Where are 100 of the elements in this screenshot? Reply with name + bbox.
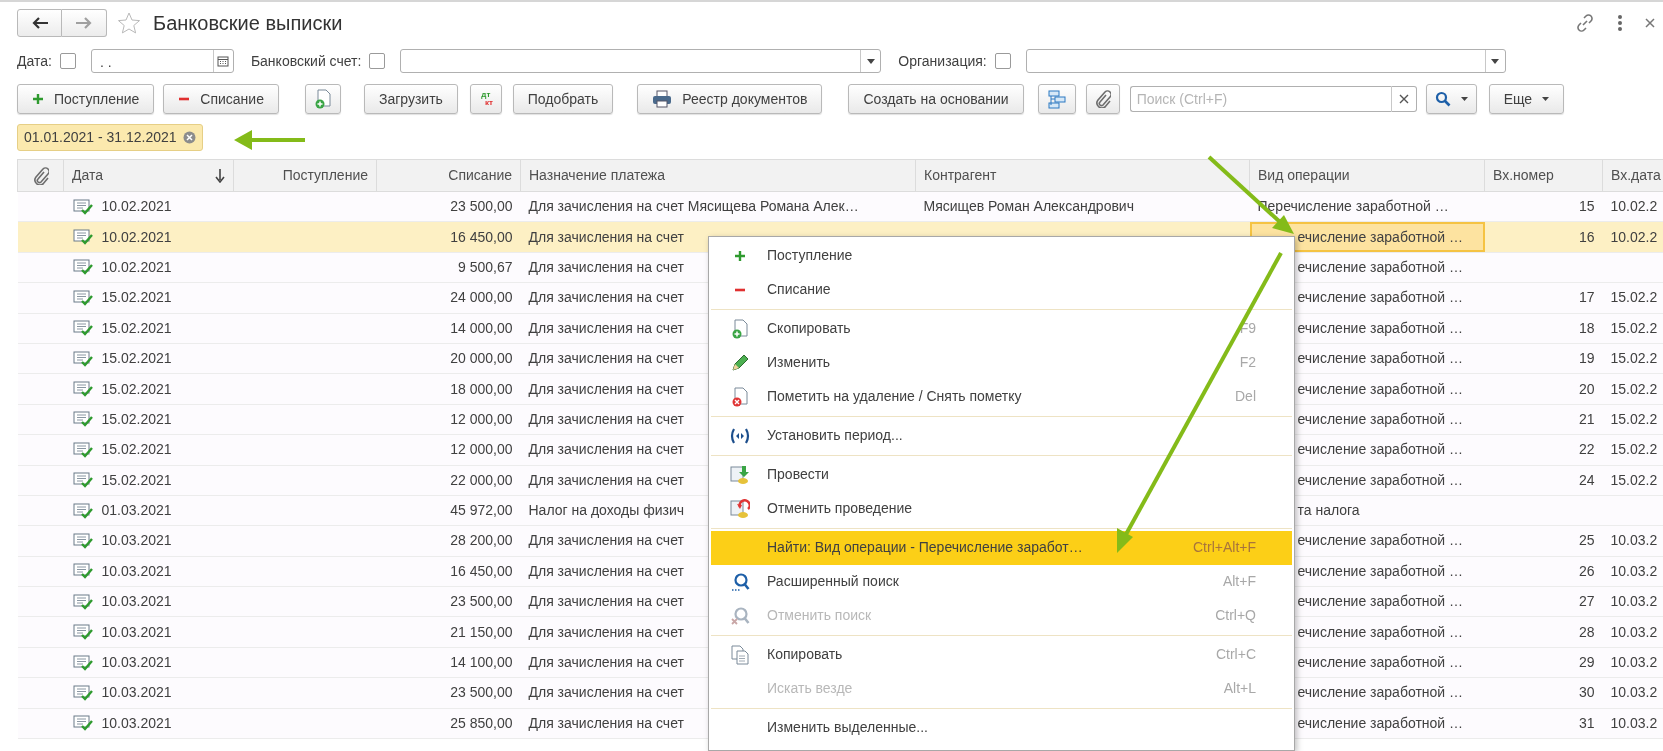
date-field[interactable]: . . (90, 49, 234, 73)
column-header[interactable]: Дата (63, 159, 234, 192)
table-cell: 25 850,00 (376, 708, 521, 739)
annotation-arrow (234, 130, 305, 150)
menu-item[interactable]: Найти: Вид операции - Перечисление заработ… Ctrl+Alt+F (711, 530, 1292, 565)
search-icon (1434, 91, 1451, 107)
posted-document-icon (71, 410, 94, 429)
search-field[interactable]: Поиск (Ctrl+F) (1129, 86, 1391, 112)
paperclip-icon (32, 166, 49, 185)
toolbar-button[interactable]: Загрузить (363, 84, 458, 114)
checkbox[interactable] (369, 53, 386, 69)
table-cell: 21 (1484, 404, 1603, 435)
dropdown-field[interactable] (400, 49, 882, 73)
plus-icon (32, 93, 44, 105)
table-cell: 15 (1484, 191, 1603, 222)
structure-button[interactable] (1037, 84, 1076, 114)
star-icon[interactable] (117, 11, 141, 35)
posted-document-icon (71, 380, 94, 399)
caret-icon[interactable] (1491, 58, 1500, 64)
table-cell: 22 000,00 (376, 465, 521, 496)
column-header[interactable]: Контрагент (915, 159, 1250, 192)
table-cell: 10.03.2 (1602, 556, 1663, 587)
column-header[interactable]: Вх.дата (1602, 159, 1663, 192)
column-header[interactable]: Поступление (233, 159, 377, 192)
table-cell-text: 10.03.2021 (101, 622, 172, 642)
period-filter-tag[interactable]: 01.01.2021 - 31.12.2021 (17, 124, 203, 151)
copy-icon (730, 644, 750, 665)
table-cell: 15.02.2 (1602, 404, 1663, 435)
plus-icon (734, 249, 746, 262)
table-cell: 10.03.2 (1602, 525, 1663, 557)
table-cell: 45 972,00 (376, 495, 521, 526)
column-header[interactable]: Назначение платежа (520, 159, 916, 192)
clear-icon[interactable] (182, 131, 196, 144)
table-cell: Для зачисления на счет Мясищева Романа Алек… (520, 191, 916, 222)
caret-icon[interactable] (866, 58, 875, 64)
paperclip-icon (1094, 90, 1111, 108)
table-cell: 10.03.2 (1602, 708, 1663, 739)
caret-icon (1542, 97, 1550, 101)
toolbar-button[interactable]: Подобрать (512, 84, 614, 114)
table-cell: 30 (1484, 677, 1603, 709)
table-cell-text: 10.02.2021 (101, 197, 172, 217)
more-button[interactable]: Еще (1488, 84, 1565, 114)
table-cell: 17 (1484, 282, 1603, 314)
posted-document-icon (71, 471, 94, 490)
checkbox[interactable] (994, 53, 1011, 69)
column-header[interactable] (17, 159, 64, 192)
toolbar-button[interactable]: Создать на основании (848, 84, 1024, 114)
add-button[interactable]: Поступление (17, 84, 155, 114)
table-cell: 9 500,67 (376, 252, 521, 283)
table-cell: 10.02.2 (1602, 191, 1663, 222)
table-cell: 10.03.2 (1602, 586, 1663, 617)
table-cell: 14 000,00 (376, 313, 521, 344)
checkbox[interactable] (59, 53, 76, 69)
column-header[interactable]: Вид операции (1249, 159, 1485, 192)
close-icon[interactable] (1645, 18, 1655, 28)
column-header[interactable]: Вх.номер (1484, 159, 1603, 192)
search-menu-button[interactable] (1425, 84, 1477, 114)
table-cell-text: 15.02.2021 (101, 440, 172, 460)
copy-button[interactable] (304, 84, 341, 114)
table-cell: 28 (1484, 616, 1603, 648)
entries-button[interactable]: дт кт (469, 84, 502, 114)
table-cell-text: 10.03.2021 (101, 713, 172, 733)
table-cell: 16 (1484, 221, 1603, 253)
remove-button[interactable]: Списание (163, 84, 279, 114)
document-add-icon (313, 89, 332, 109)
column-header[interactable]: Списание (376, 159, 521, 192)
table-cell: 20 000,00 (376, 343, 521, 374)
posted-document-icon (71, 653, 94, 672)
table-cell: 15.02.2 (1602, 465, 1663, 496)
table-cell-text: 15.02.2021 (101, 409, 172, 429)
table-cell-text: 01.03.2021 (101, 501, 172, 521)
dropdown-field[interactable] (1025, 49, 1506, 73)
table-cell-text: 15.02.2021 (101, 318, 172, 338)
more-icon[interactable] (1617, 15, 1623, 31)
table-cell: 23 500,00 (376, 586, 521, 617)
table-cell-text: 15.02.2021 (101, 470, 172, 490)
calendar-icon[interactable] (217, 55, 230, 67)
posted-document-icon (71, 288, 94, 307)
document-add-icon (731, 318, 749, 339)
table-cell: 15.02.2 (1602, 343, 1663, 374)
table-cell: 10.02.2 (1602, 221, 1663, 253)
link-icon[interactable] (1575, 13, 1595, 33)
menu-item[interactable]: Установить период... (711, 418, 1292, 453)
posted-document-icon (71, 349, 94, 368)
back-button[interactable] (17, 9, 62, 37)
table-cell: 26 (1484, 556, 1603, 587)
posted-document-icon (71, 440, 94, 459)
clear-icon[interactable] (1398, 94, 1409, 104)
table-cell: 24 000,00 (376, 282, 521, 314)
search-icon (730, 571, 750, 592)
attach-button[interactable] (1085, 84, 1120, 114)
table-cell: 10.03.2 (1602, 616, 1663, 648)
table-cell-text: 10.03.2021 (101, 531, 172, 551)
print-button[interactable]: Реестр документов (637, 84, 823, 114)
table-cell: 18 000,00 (376, 373, 521, 405)
posted-document-icon (71, 623, 94, 642)
table-cell: 10.03.2 (1602, 677, 1663, 709)
posted-document-icon (71, 501, 94, 520)
unpost-document-icon (730, 498, 750, 519)
post-document-icon (730, 464, 750, 485)
